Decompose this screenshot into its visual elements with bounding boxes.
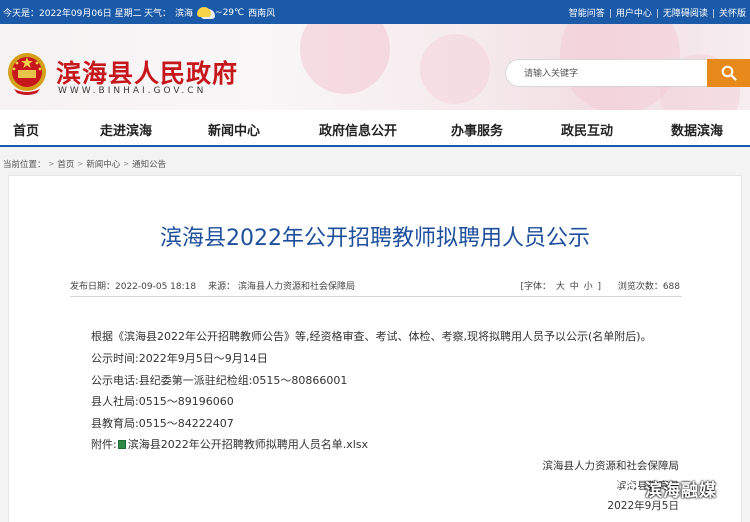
breadcrumb: 当前位置： > 首页 > 新闻中心 > 通知公告 xyxy=(3,158,166,170)
article-title: 滨海县2022年公开招聘教师拟聘用人员公示 xyxy=(160,226,590,251)
font-size-medium[interactable]: 中 xyxy=(570,282,579,292)
signature-hrss: 滨海县人力资源和社会保障局 xyxy=(542,460,680,472)
weather-widget: 天气： 滨海 ~29℃ 西南风 xyxy=(144,6,275,19)
breadcrumb-notices[interactable]: 通知公告 xyxy=(132,158,166,170)
link-divider: | xyxy=(711,9,715,19)
nav-item-news-center[interactable]: 新闻中心 xyxy=(208,120,260,139)
search-input[interactable] xyxy=(524,60,704,86)
article-paragraph: 根据《滨海县2022年公开招聘教师公告》等,经资格审查、考试、体检、考察,现将拟… xyxy=(91,330,652,343)
link-care-version[interactable]: 关怀版 xyxy=(719,9,746,19)
article-paragraph: 县教育局:0515～84222407 xyxy=(91,417,234,430)
link-user-center[interactable]: 用户中心 xyxy=(616,9,652,19)
chevron-right-icon: > xyxy=(48,160,55,168)
chevron-right-icon: > xyxy=(77,160,84,168)
article-tools: [字体： 大 中 小 ] 浏览次数：688 xyxy=(519,279,680,292)
site-title[interactable]: 滨海县人民政府 xyxy=(56,54,238,90)
wechat-icon xyxy=(615,478,640,498)
meta-divider xyxy=(70,296,682,297)
weather-city: 滨海 xyxy=(175,9,194,19)
site-url: WWW.BINHAI.GOV.CN xyxy=(58,86,207,96)
attachment-link[interactable]: 滨海县2022年公开招聘教师拟聘用人员名单.xlsx xyxy=(128,438,368,451)
font-label: [字体： xyxy=(520,282,551,292)
breadcrumb-home[interactable]: 首页 xyxy=(57,158,74,170)
top-bar: 今天是：2022年09月06日 星期二 天气： 滨海 ~29℃ 西南风 智能问答… xyxy=(0,0,750,24)
search-button[interactable] xyxy=(707,59,750,87)
weather-wind: 西南风 xyxy=(248,9,276,19)
blossom-decoration xyxy=(300,24,390,94)
link-divider: | xyxy=(655,9,659,19)
font-size-small[interactable]: 小 xyxy=(584,282,593,292)
attachment-label: 附件: xyxy=(91,438,117,451)
view-count: 浏览次数：688 xyxy=(617,282,680,292)
media-watermark: 滨海融媒 xyxy=(615,476,717,501)
font-size-large[interactable]: 大 xyxy=(556,282,565,292)
article-paragraph: 县人社局:0515～89196060 xyxy=(91,395,234,408)
watermark-text: 滨海融媒 xyxy=(645,481,717,501)
link-accessible-reading[interactable]: 无障碍阅读 xyxy=(663,9,708,19)
site-header: 滨海县人民政府 WWW.BINHAI.GOV.CN xyxy=(0,24,750,110)
weather-temperature: ~29℃ xyxy=(215,7,245,18)
main-navigation: 首页 走进滨海 新闻中心 政府信息公开 办事服务 政民互动 数据滨海 xyxy=(0,110,750,147)
font-close: ] xyxy=(597,282,602,292)
search-icon xyxy=(721,65,737,81)
weather-label: 天气： xyxy=(144,9,172,19)
nav-item-interaction[interactable]: 政民互动 xyxy=(561,120,613,139)
nav-item-gov-info[interactable]: 政府信息公开 xyxy=(319,120,397,139)
nav-item-services[interactable]: 办事服务 xyxy=(451,120,503,139)
article-panel: 滨海县2022年公开招聘教师拟聘用人员公示 发布日期：2022-09-05 18… xyxy=(8,175,742,522)
top-links: 智能问答 | 用户中心 | 无障碍阅读 | 关怀版 xyxy=(569,6,746,19)
partly-cloudy-icon xyxy=(197,6,212,17)
nav-item-home[interactable]: 首页 xyxy=(13,120,39,139)
search-box xyxy=(505,59,708,87)
national-emblem-icon xyxy=(8,53,46,95)
publish-date: 发布日期：2022-09-05 18:18 xyxy=(70,282,197,292)
breadcrumb-news-center[interactable]: 新闻中心 xyxy=(86,158,120,170)
excel-file-icon xyxy=(117,440,126,449)
article-meta: 发布日期：2022-09-05 18:18 来源： 滨海县人力资源和社会保障局 xyxy=(70,279,355,292)
article-source: 来源： 滨海县人力资源和社会保障局 xyxy=(208,282,355,292)
nav-item-about-binhai[interactable]: 走进滨海 xyxy=(100,120,152,139)
article-paragraph: 公示时间:2022年9月5日～9月14日 xyxy=(91,352,268,365)
attachment-line: 附件: 滨海县2022年公开招聘教师拟聘用人员名单.xlsx xyxy=(91,436,368,452)
link-divider: | xyxy=(608,9,612,19)
font-size-control: [字体： 大 中 小 ] xyxy=(519,282,604,292)
breadcrumb-label: 当前位置： xyxy=(3,160,46,170)
link-smart-qa[interactable]: 智能问答 xyxy=(569,9,605,19)
chevron-right-icon: > xyxy=(123,160,130,168)
blossom-decoration xyxy=(420,34,490,104)
article-paragraph: 公示电话:县纪委第一派驻纪检组:0515～80866001 xyxy=(91,374,348,387)
nav-item-data-binhai[interactable]: 数据滨海 xyxy=(671,120,723,139)
current-date: 今天是：2022年09月06日 星期二 xyxy=(3,9,142,19)
